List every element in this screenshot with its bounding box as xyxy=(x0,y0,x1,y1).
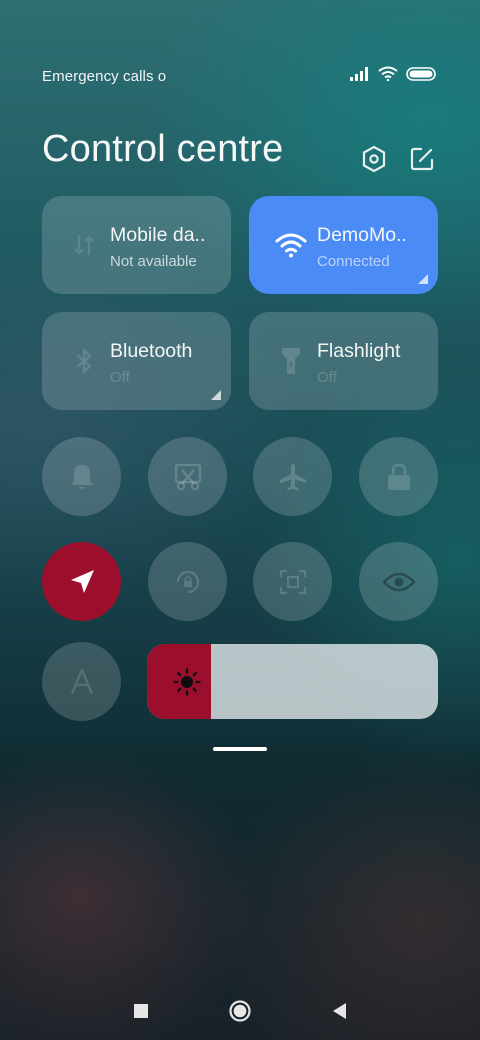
flashlight-status: Off xyxy=(317,369,337,386)
bluetooth-title: Bluetooth xyxy=(110,340,193,362)
wifi-icon xyxy=(378,66,398,86)
wifi-status: Connected xyxy=(317,253,390,270)
scan-icon xyxy=(279,569,306,594)
home-icon xyxy=(229,1000,251,1022)
edit-icon xyxy=(410,147,434,171)
bluetooth-icon xyxy=(68,345,100,377)
mobile-data-tile[interactable]: Mobile da.. Not available xyxy=(42,196,231,294)
airplane-mode-toggle[interactable] xyxy=(253,437,332,516)
settings-icon xyxy=(362,145,386,173)
wifi-icon xyxy=(275,229,307,261)
header-actions xyxy=(360,144,436,174)
lock-icon xyxy=(387,463,410,490)
brightness-slider[interactable] xyxy=(147,644,438,719)
auto-brightness-toggle[interactable] xyxy=(42,642,121,721)
back-button[interactable] xyxy=(326,998,352,1024)
lock-screen-toggle[interactable] xyxy=(359,437,438,516)
bell-icon xyxy=(70,464,93,489)
mobile-data-title: Mobile da.. xyxy=(110,224,206,246)
auto-brightness-icon xyxy=(70,668,93,694)
carrier-text: Emergency calls o xyxy=(42,68,167,85)
bluetooth-status: Off xyxy=(110,369,130,386)
page-title: Control centre xyxy=(42,128,284,170)
navigation-bar xyxy=(0,998,480,1024)
wifi-tile[interactable]: DemoMo.. Connected xyxy=(249,196,438,294)
wifi-title: DemoMo.. xyxy=(317,224,407,246)
scissors-screenshot-icon xyxy=(174,463,201,490)
sun-icon xyxy=(173,668,201,696)
signal-icon xyxy=(350,66,370,86)
flashlight-icon xyxy=(275,345,307,377)
settings-button[interactable] xyxy=(360,144,388,174)
recents-button[interactable] xyxy=(128,998,154,1024)
expand-corner-icon[interactable] xyxy=(418,274,428,284)
location-toggle[interactable] xyxy=(42,542,121,621)
bluetooth-tile[interactable]: Bluetooth Off xyxy=(42,312,231,410)
flashlight-title: Flashlight xyxy=(317,340,401,362)
rotation-lock-icon xyxy=(176,570,199,593)
status-icons xyxy=(350,66,436,86)
gesture-handle[interactable] xyxy=(213,747,267,751)
scanner-toggle[interactable] xyxy=(253,542,332,621)
airplane-icon xyxy=(279,463,306,490)
recents-icon xyxy=(134,1004,148,1018)
edit-button[interactable] xyxy=(408,144,436,174)
battery-icon xyxy=(406,66,436,86)
flashlight-tile[interactable]: Flashlight Off xyxy=(249,312,438,410)
mobile-data-icon xyxy=(68,229,100,261)
eye-icon xyxy=(381,572,416,591)
reading-mode-toggle[interactable] xyxy=(359,542,438,621)
home-button[interactable] xyxy=(227,998,253,1024)
location-arrow-icon xyxy=(70,569,94,593)
back-icon xyxy=(333,1003,346,1019)
screenshot-toggle[interactable] xyxy=(148,437,227,516)
expand-corner-icon[interactable] xyxy=(211,390,221,400)
status-bar: Emergency calls o xyxy=(42,66,436,88)
silent-toggle[interactable] xyxy=(42,437,121,516)
mobile-data-status: Not available xyxy=(110,253,197,270)
rotation-lock-toggle[interactable] xyxy=(148,542,227,621)
